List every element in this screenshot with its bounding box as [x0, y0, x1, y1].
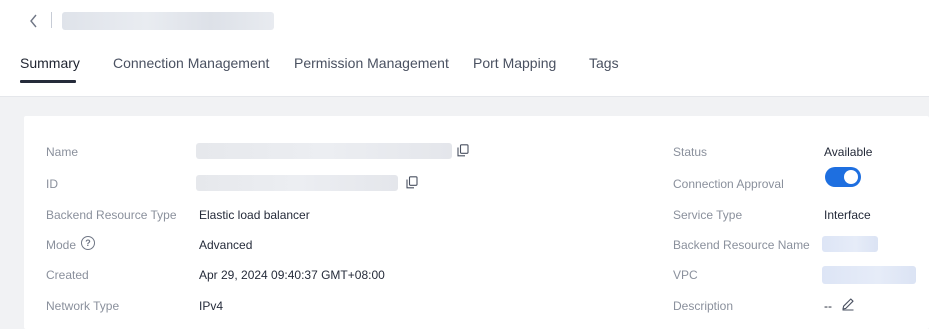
connection-approval-label: Connection Approval	[673, 177, 784, 191]
status-label: Status	[673, 145, 708, 159]
copy-icon[interactable]	[406, 176, 418, 189]
created-label: Created	[46, 268, 89, 282]
tab-tags[interactable]: Tags	[589, 55, 619, 71]
tab-connection-management[interactable]: Connection Management	[113, 55, 269, 71]
toggle-knob	[844, 170, 858, 184]
tab-permission-management[interactable]: Permission Management	[294, 55, 449, 71]
tab-summary[interactable]: Summary	[20, 55, 80, 71]
service-type-value: Interface	[824, 208, 871, 222]
pencil-icon[interactable]	[841, 297, 855, 311]
vpc-link-redacted[interactable]	[822, 266, 916, 284]
mode-label: Mode	[46, 238, 77, 252]
connection-approval-toggle[interactable]	[825, 167, 861, 187]
divider	[51, 12, 52, 28]
mode-value: Advanced	[199, 238, 253, 252]
tab-port-mapping[interactable]: Port Mapping	[473, 55, 556, 71]
description-value: --	[824, 299, 832, 313]
network-type-value: IPv4	[199, 299, 224, 313]
active-tab-indicator	[20, 80, 76, 83]
name-value-redacted	[196, 143, 452, 159]
id-label: ID	[46, 177, 58, 191]
chevron-left-icon[interactable]	[27, 12, 41, 30]
vpc-label: VPC	[673, 268, 698, 282]
description-label: Description	[673, 299, 734, 313]
backend-resource-type-value: Elastic load balancer	[199, 208, 310, 222]
status-value: Available	[824, 145, 873, 159]
id-value-redacted	[196, 175, 398, 191]
network-type-label: Network Type	[46, 299, 120, 313]
backend-resource-name-label: Backend Resource Name	[673, 238, 810, 252]
header-bar	[0, 0, 929, 42]
backend-resource-type-label: Backend Resource Type	[46, 208, 177, 222]
service-type-label: Service Type	[673, 208, 743, 222]
page-title-redacted	[62, 12, 274, 30]
help-icon[interactable]: ?	[81, 236, 95, 250]
summary-card	[24, 116, 929, 329]
name-label: Name	[46, 145, 79, 159]
created-value: Apr 29, 2024 09:40:37 GMT+08:00	[199, 268, 385, 282]
backend-resource-name-link-redacted[interactable]	[822, 236, 878, 252]
copy-icon[interactable]	[457, 144, 469, 157]
tab-bar: Summary Connection Management Permission…	[0, 42, 929, 97]
